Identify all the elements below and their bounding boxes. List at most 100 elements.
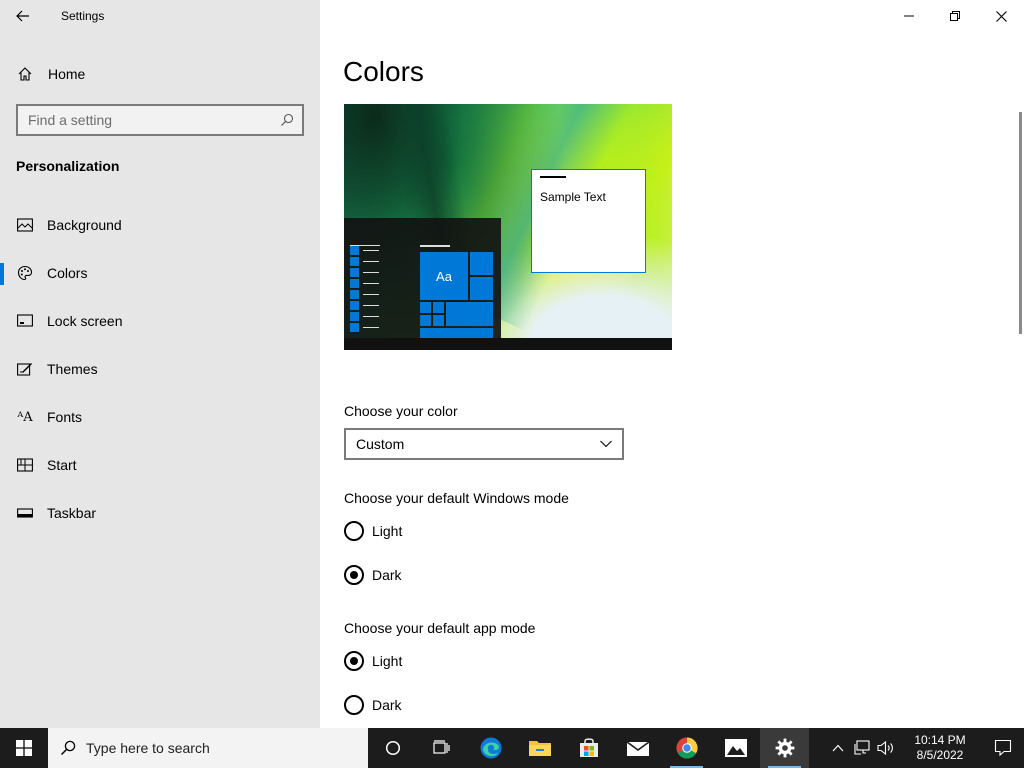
app-mode-light-radio[interactable]: Light (344, 651, 402, 671)
app-title: Settings (61, 9, 105, 23)
clock-time: 10:14 PM (914, 733, 966, 747)
back-arrow-icon (16, 10, 29, 22)
windows-mode-light-radio[interactable]: Light (344, 521, 402, 541)
radio-label: Light (372, 653, 403, 669)
close-button[interactable] (978, 0, 1024, 32)
network-button[interactable] (850, 728, 874, 768)
chrome-icon (675, 737, 698, 759)
mail-button[interactable] (613, 728, 662, 768)
photos-icon (724, 739, 747, 757)
minimize-button[interactable] (886, 0, 932, 32)
cortana-button[interactable] (368, 728, 417, 768)
preview-tile (433, 315, 444, 326)
action-center-button[interactable] (982, 728, 1024, 768)
sidebar-item-background[interactable]: Background (0, 201, 320, 249)
personalization-nav: Background Colors Lock screen Themes ᴬA … (0, 201, 320, 537)
back-button[interactable] (0, 0, 46, 32)
find-setting-box[interactable] (16, 104, 304, 136)
preview-tile (433, 302, 444, 313)
home-label: Home (48, 66, 86, 82)
show-hidden-icons-button[interactable] (826, 728, 850, 768)
radio-label: Dark (372, 697, 402, 713)
sidebar-item-label: Taskbar (47, 505, 97, 521)
chevron-down-icon (600, 440, 612, 448)
radio-circle (344, 695, 364, 715)
windows-mode-dark-radio[interactable]: Dark (344, 565, 402, 585)
taskbar-search[interactable] (48, 728, 368, 768)
home-icon (17, 66, 33, 82)
preview-tile (420, 302, 431, 313)
radio-dot (350, 571, 358, 579)
preview-tile (470, 277, 493, 300)
photos-button[interactable] (711, 728, 760, 768)
sidebar-item-label: Background (47, 217, 122, 233)
system-tray: 10:14 PM 8/5/2022 (826, 728, 1024, 768)
volume-button[interactable] (874, 728, 898, 768)
taskbar-search-input[interactable] (86, 740, 346, 756)
settings-button[interactable] (760, 728, 809, 768)
preview-tile (446, 302, 493, 326)
page-title: Colors (343, 56, 424, 87)
radio-dot (350, 657, 358, 665)
start-button[interactable] (0, 728, 48, 768)
choose-color-dropdown[interactable]: Custom (344, 428, 624, 460)
store-icon (579, 738, 598, 757)
sidebar-item-start[interactable]: Start (0, 441, 320, 489)
titlebar-left: Settings (0, 0, 320, 32)
sidebar-item-lock-screen[interactable]: Lock screen (0, 297, 320, 345)
restore-icon (950, 11, 960, 21)
clock-date: 8/5/2022 (916, 748, 964, 762)
radio-label: Light (372, 523, 403, 539)
preview-sample-window: Sample Text (531, 169, 646, 273)
edge-icon (480, 737, 501, 759)
themes-icon (16, 360, 34, 378)
sidebar-item-taskbar[interactable]: Taskbar (0, 489, 320, 537)
search-icon (281, 113, 294, 126)
chrome-button[interactable] (662, 728, 711, 768)
windows-logo-icon (16, 740, 32, 756)
search-icon (60, 740, 76, 756)
sidebar-item-label: Fonts (47, 409, 83, 425)
start-icon (16, 456, 34, 474)
sidebar-item-themes[interactable]: Themes (0, 345, 320, 393)
sidebar-item-label: Start (47, 457, 77, 473)
sidebar-item-label: Colors (47, 265, 88, 281)
preview-tile (470, 252, 493, 275)
radio-circle (344, 521, 364, 541)
find-setting-input[interactable] (28, 112, 268, 128)
restore-button[interactable] (932, 0, 978, 32)
app-mode-label: Choose your default app mode (344, 620, 536, 636)
notification-icon (994, 739, 1012, 757)
preview-tile (420, 315, 431, 326)
mail-icon (626, 741, 649, 756)
minimize-icon (904, 15, 914, 17)
preview-start-menu: Aa (344, 218, 501, 338)
taskbar-icon (16, 504, 34, 522)
sidebar-item-label: Lock screen (47, 313, 123, 329)
sidebar-item-label: Themes (47, 361, 98, 377)
task-view-button[interactable] (417, 728, 466, 768)
sidebar-item-fonts[interactable]: ᴬA Fonts (0, 393, 320, 441)
windows-taskbar: 10:14 PM 8/5/2022 (0, 728, 1024, 768)
settings-icon (775, 738, 794, 758)
preview-tile (420, 328, 493, 338)
radio-circle-checked (344, 651, 364, 671)
sidebar-item-colors[interactable]: Colors (0, 249, 320, 297)
choose-color-value: Custom (356, 436, 405, 452)
edge-button[interactable] (466, 728, 515, 768)
window-controls (886, 0, 1024, 32)
content-scrollbar[interactable] (1019, 112, 1022, 334)
taskbar-clock[interactable]: 10:14 PM 8/5/2022 (904, 733, 976, 763)
picture-icon (16, 216, 34, 234)
app-mode-dark-radio[interactable]: Dark (344, 695, 402, 715)
chevron-up-icon (832, 744, 844, 752)
store-button[interactable] (564, 728, 613, 768)
close-icon (995, 10, 1007, 22)
lock-screen-icon (16, 312, 34, 330)
section-title: Personalization (16, 158, 120, 174)
fonts-icon: ᴬA (17, 409, 33, 425)
choose-color-label: Choose your color (344, 403, 458, 419)
file-explorer-button[interactable] (515, 728, 564, 768)
preview-tiles-line (420, 245, 450, 247)
home-nav-item[interactable]: Home (0, 56, 320, 92)
